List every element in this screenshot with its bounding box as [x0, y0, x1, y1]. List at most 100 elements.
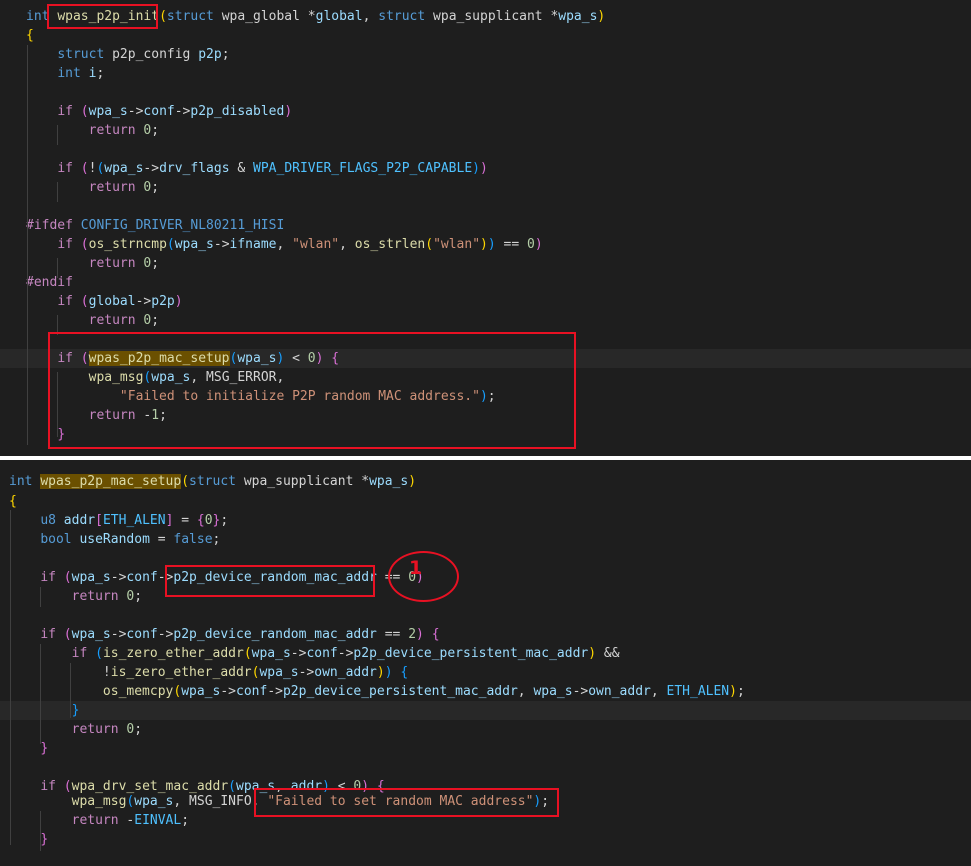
code-token: ( — [80, 237, 89, 252]
code-token: is_zero_ether_addr — [102, 646, 244, 661]
code-line[interactable] — [0, 758, 971, 777]
code-line[interactable] — [0, 83, 971, 102]
code-token: ) — [729, 684, 737, 699]
code-token: -> — [267, 684, 283, 699]
code-token: ; — [151, 123, 160, 138]
highlight-circle-zero — [388, 551, 459, 602]
code-line[interactable]: { — [0, 492, 971, 511]
code-token: 0 — [527, 237, 535, 252]
code-token: -> — [572, 684, 589, 699]
code-token: } — [71, 703, 80, 718]
code-line[interactable]: #ifdef CONFIG_DRIVER_NL80211_HISI — [0, 216, 971, 235]
code-line[interactable]: os_memcpy(wpa_s->conf->p2p_device_persis… — [0, 682, 971, 701]
code-line[interactable]: } — [0, 701, 971, 720]
code-token: -> — [174, 104, 191, 119]
code-token: && — [596, 646, 620, 661]
code-token: * — [299, 9, 316, 24]
code-line[interactable]: return 0; — [0, 254, 971, 273]
code-line[interactable]: if (wpa_s->conf->p2p_device_random_mac_a… — [0, 568, 971, 587]
code-line[interactable]: struct p2p_config p2p; — [0, 45, 971, 64]
code-token: return — [71, 722, 119, 737]
code-token: p2p_device_persistent_mac_addr — [282, 684, 518, 699]
indent-guide — [27, 45, 28, 445]
code-token: [ — [95, 513, 103, 528]
code-line[interactable]: if (wpa_s->conf->p2p_device_random_mac_a… — [0, 625, 971, 644]
code-line[interactable] — [0, 197, 971, 216]
code-token: ( — [181, 474, 190, 489]
code-line[interactable]: } — [0, 830, 971, 849]
code-token: -> — [110, 570, 127, 585]
code-token: wpa_s — [251, 646, 291, 661]
code-token: ( — [425, 237, 434, 252]
code-token: ; — [221, 47, 230, 62]
code-line[interactable]: } — [0, 739, 971, 758]
code-token: return — [88, 313, 136, 328]
code-token: "wlan" — [433, 237, 481, 252]
code-line[interactable]: if (!(wpa_s->drv_flags & WPA_DRIVER_FLAG… — [0, 159, 971, 178]
code-token: wpa_supplicant * — [236, 474, 370, 489]
code-token: wpa_global — [221, 9, 300, 24]
code-line[interactable] — [0, 606, 971, 625]
code-token: ) — [472, 161, 480, 176]
code-token: bool — [40, 532, 72, 547]
code-token: wpas_p2p_mac_setup — [40, 474, 182, 489]
code-token: , — [517, 684, 534, 699]
code-token: wpa_s — [174, 237, 214, 252]
code-token: drv_flags — [159, 161, 230, 176]
code-line[interactable]: !is_zero_ether_addr(wpa_s->own_addr)) { — [0, 663, 971, 682]
code-token: wpa_s — [134, 794, 174, 809]
code-token: -> — [110, 627, 127, 642]
code-line[interactable]: int i; — [0, 64, 971, 83]
code-line[interactable]: bool useRandom = false; — [0, 530, 971, 549]
code-line[interactable] — [0, 140, 971, 159]
code-token: { — [26, 28, 34, 43]
indent-guide — [40, 587, 41, 607]
code-token: ( — [63, 570, 72, 585]
code-token: = — [173, 513, 197, 528]
code-token: p2p_device_persistent_mac_addr — [353, 646, 589, 661]
code-token: if — [57, 294, 73, 309]
code-line[interactable]: if (os_strncmp(wpa_s->ifname, "wlan", os… — [0, 235, 971, 254]
code-token: 2 — [408, 627, 417, 642]
code-token: if — [71, 646, 88, 661]
code-line[interactable]: if (global->p2p) — [0, 292, 971, 311]
code-token: wpa_s — [104, 161, 144, 176]
code-token: ; — [736, 684, 745, 699]
code-token: addr — [63, 513, 96, 528]
code-token: = — [149, 532, 174, 547]
code-token: WPA_DRIVER_FLAGS_P2P_CAPABLE — [253, 161, 473, 176]
code-line[interactable]: return 0; — [0, 311, 971, 330]
code-token: wpa_s — [558, 9, 598, 24]
code-line[interactable]: return 0; — [0, 720, 971, 739]
code-token: -> — [220, 684, 236, 699]
code-token: p2p_config — [104, 47, 199, 62]
code-token: { — [196, 513, 205, 528]
code-line[interactable]: if (is_zero_ether_addr(wpa_s->conf->p2p_… — [0, 644, 971, 663]
code-line[interactable]: return 0; — [0, 121, 971, 140]
code-line[interactable] — [0, 549, 971, 568]
code-line[interactable]: if (wpa_s->conf->p2p_disabled) — [0, 102, 971, 121]
code-token: os_memcpy — [102, 684, 174, 699]
code-token: } — [40, 741, 49, 756]
code-token: return — [88, 123, 136, 138]
code-line[interactable]: #endif — [0, 273, 971, 292]
code-token: ; — [151, 256, 160, 271]
code-line[interactable]: return 0; — [0, 178, 971, 197]
code-token: ; — [212, 532, 221, 547]
code-token: conf — [306, 646, 338, 661]
code-line[interactable]: u8 addr[ETH_ALEN] = {0}; — [0, 511, 971, 530]
code-token: , — [339, 237, 355, 252]
code-line[interactable]: return 0; — [0, 587, 971, 606]
code-line[interactable]: int wpas_p2p_mac_setup(struct wpa_suppli… — [0, 472, 971, 491]
